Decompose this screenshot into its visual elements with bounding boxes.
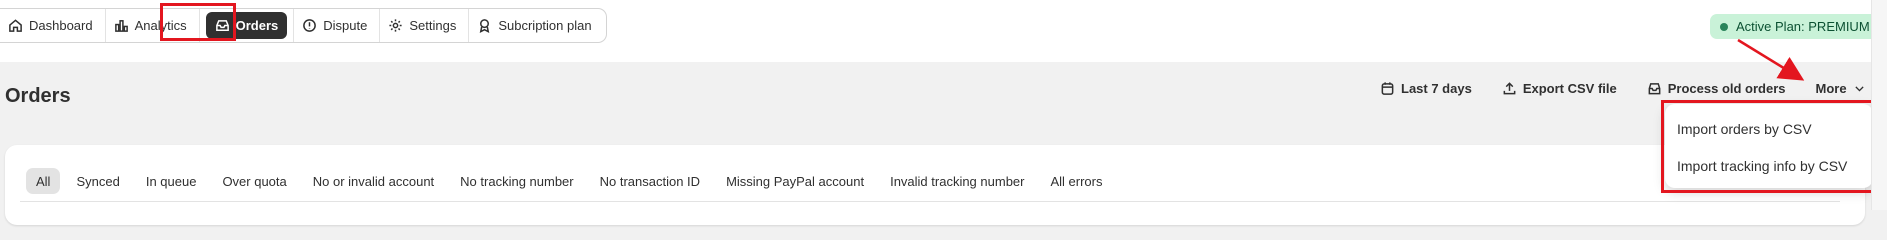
bar-chart-icon bbox=[114, 20, 128, 32]
home-icon bbox=[9, 19, 22, 32]
nav-analytics-label: Analytics bbox=[134, 18, 187, 33]
nav-dispute[interactable]: Dispute bbox=[294, 9, 381, 42]
nav-analytics[interactable]: Analytics bbox=[106, 9, 200, 42]
more-actions-button[interactable]: More bbox=[1816, 81, 1866, 96]
process-old-orders-label: Process old orders bbox=[1667, 80, 1786, 96]
nav-settings[interactable]: Settings bbox=[380, 9, 470, 42]
main-nav: Dashboard Analytics Orders Dispute Setti… bbox=[0, 8, 607, 43]
filter-tab-in-queue[interactable]: In queue bbox=[136, 168, 207, 194]
filter-tab-no-tracking-number[interactable]: No tracking number bbox=[450, 168, 583, 194]
calendar-icon bbox=[1381, 81, 1394, 95]
process-old-orders-button[interactable]: Process old orders bbox=[1647, 81, 1786, 96]
nav-dashboard[interactable]: Dashboard bbox=[0, 9, 106, 42]
filter-tab-all-errors[interactable]: All errors bbox=[1040, 168, 1112, 194]
import-tracking-info-by-csv-item[interactable]: Import tracking info by CSV bbox=[1665, 147, 1873, 184]
nav-dashboard-label: Dashboard bbox=[29, 18, 93, 33]
nav-subscription-plan-label: Subcription plan bbox=[498, 18, 592, 33]
upload-icon bbox=[1503, 81, 1516, 94]
plan-status-dot bbox=[1720, 22, 1728, 31]
active-plan-badge: Active Plan: PREMIUM bbox=[1710, 14, 1880, 39]
filter-tab-synced[interactable]: Synced bbox=[66, 168, 129, 194]
filter-tab-invalid-tracking-number[interactable]: Invalid tracking number bbox=[880, 168, 1034, 194]
plan-icon bbox=[480, 19, 490, 33]
page-title: Orders bbox=[5, 85, 71, 107]
export-csv-label: Export CSV file bbox=[1522, 80, 1617, 96]
page-scrollbar[interactable] bbox=[1871, 0, 1887, 210]
filter-tab-missing-paypal-account[interactable]: Missing PayPal account bbox=[716, 168, 874, 194]
nav-settings-label: Settings bbox=[409, 18, 457, 33]
import-orders-by-csv-item[interactable]: Import orders by CSV bbox=[1665, 110, 1873, 147]
gear-icon bbox=[389, 19, 402, 32]
nav-orders[interactable]: Orders bbox=[200, 9, 295, 42]
order-filter-tabs: All Synced In queue Over quota No or inv… bbox=[26, 168, 1113, 194]
export-csv-button[interactable]: Export CSV file bbox=[1502, 81, 1617, 96]
filter-tab-over-quota[interactable]: Over quota bbox=[212, 168, 296, 194]
nav-orders-active[interactable]: Orders bbox=[205, 12, 288, 39]
alert-circle-icon bbox=[303, 19, 317, 32]
page-actions: Last 7 days Export CSV file Process old … bbox=[1380, 78, 1866, 98]
card-divider bbox=[20, 201, 1840, 202]
date-range-button[interactable]: Last 7 days bbox=[1380, 81, 1472, 96]
filter-tab-all[interactable]: All bbox=[26, 168, 61, 194]
more-actions-dropdown: Import orders by CSV Import tracking inf… bbox=[1665, 104, 1873, 188]
active-plan-label: Active Plan: PREMIUM bbox=[1736, 19, 1870, 34]
inbox-icon bbox=[1648, 82, 1661, 94]
more-actions-label: More bbox=[1815, 80, 1847, 96]
chevron-down-icon bbox=[1854, 85, 1864, 91]
nav-orders-label: Orders bbox=[235, 18, 279, 33]
nav-dispute-label: Dispute bbox=[323, 18, 368, 33]
inbox-icon bbox=[215, 20, 229, 31]
nav-subscription-plan[interactable]: Subcription plan bbox=[469, 9, 603, 42]
filter-tab-no-transaction-id[interactable]: No transaction ID bbox=[590, 168, 710, 194]
filter-tab-no-or-invalid-account[interactable]: No or invalid account bbox=[303, 168, 444, 194]
date-range-label: Last 7 days bbox=[1401, 80, 1472, 96]
